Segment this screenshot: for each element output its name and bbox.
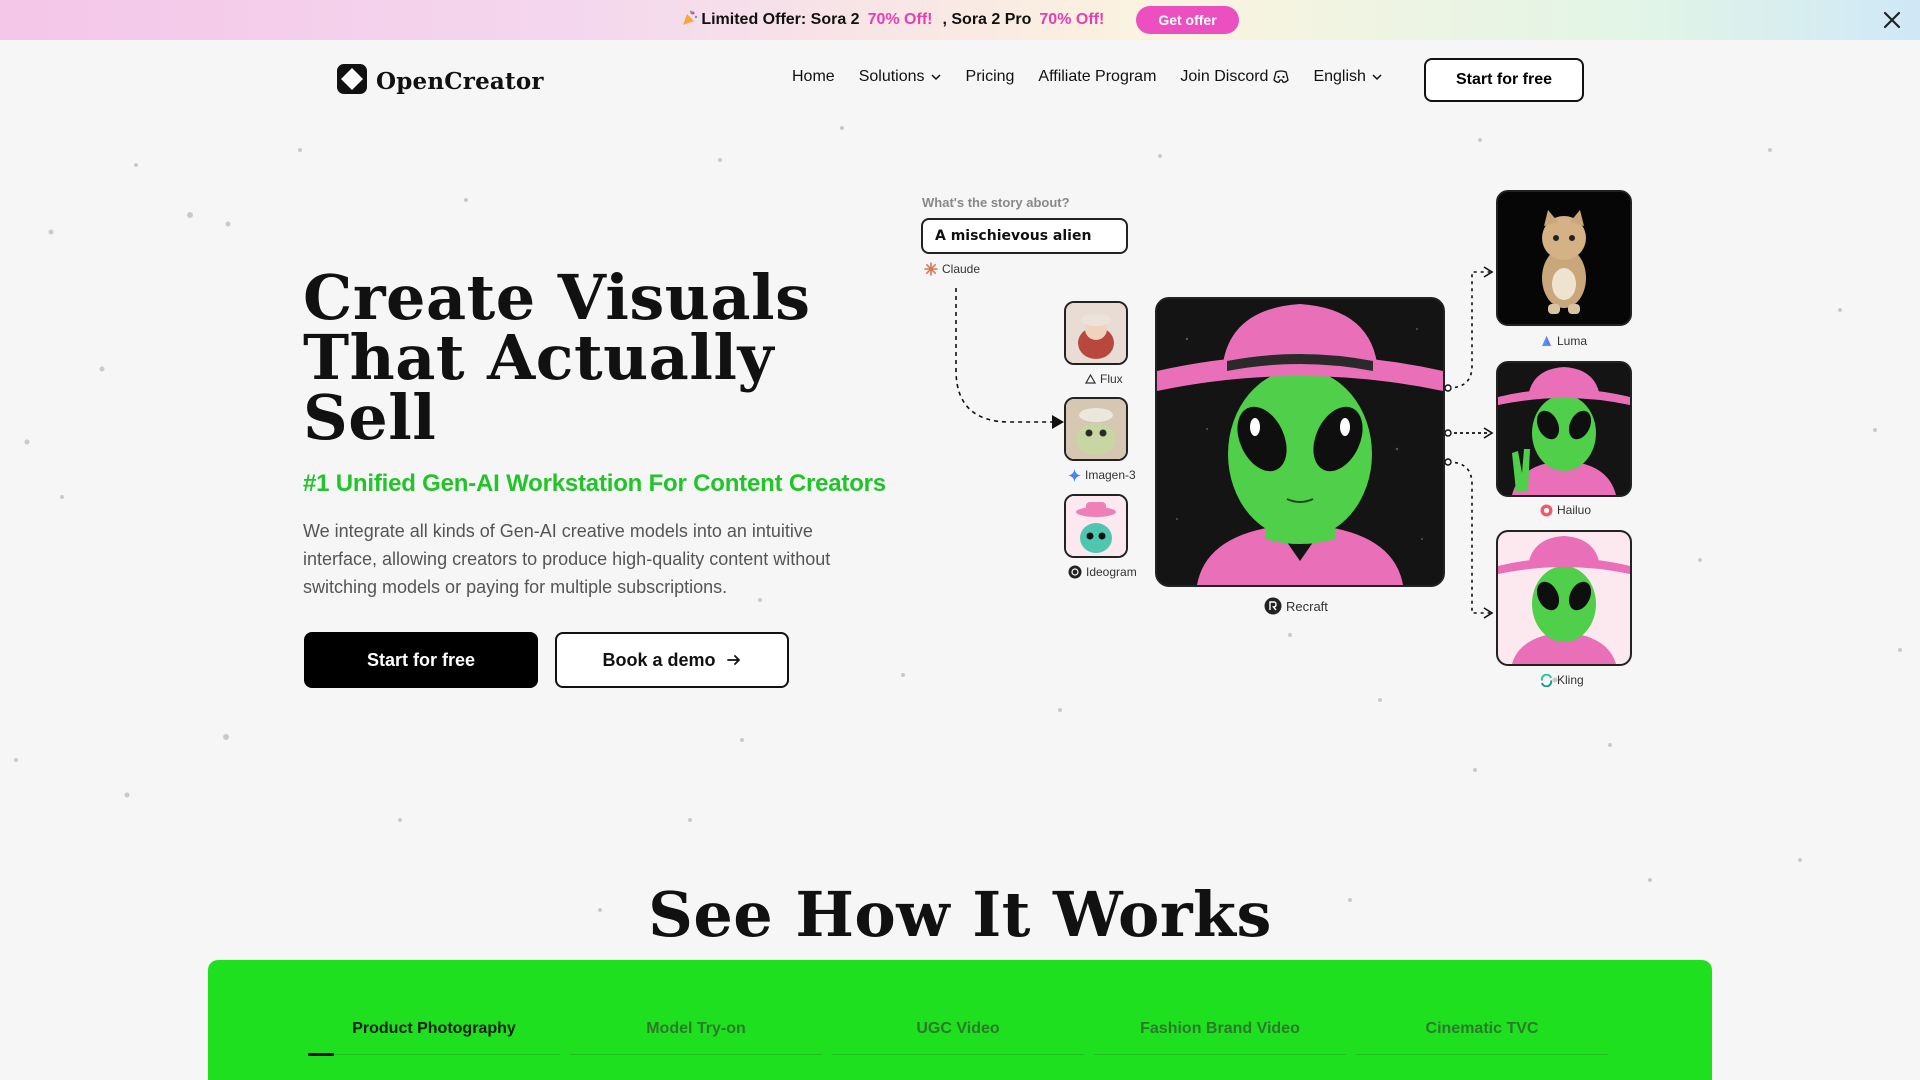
ideogram-icon [1068,565,1082,579]
hero-start-free-button[interactable]: Start for free [304,632,538,688]
recraft-main-output-image [1155,297,1445,587]
chevron-down-icon [930,74,941,81]
gemini-sparkle-icon [1068,468,1081,482]
nav-pricing[interactable]: Pricing [966,68,1015,86]
arrow-right-icon [726,655,740,665]
nav-solutions[interactable]: Solutions [859,68,942,86]
nav-start-free-button[interactable]: Start for free [1424,58,1584,102]
model-tag-ideogram: Ideogram [1068,565,1137,579]
nav-language[interactable]: English [1313,68,1382,86]
how-it-works-tabs: Product Photography Model Try-on UGC Vid… [308,1020,1618,1056]
model-tag-imagen: Imagen-3 [1068,468,1136,482]
opencreator-logo-icon [336,63,368,100]
promo-label-pro: , Sora 2 Pro [942,11,1032,28]
kling-output-thumbnail [1496,530,1632,666]
tab-ugc-video[interactable]: UGC Video [832,1020,1084,1055]
promo-banner: Limited Offer: Sora 2 70% Off! , Sora 2 … [0,0,1920,40]
close-icon[interactable] [1880,8,1904,32]
model-tag-luma: Luma [1540,334,1587,348]
nav-join-discord[interactable]: Join Discord [1180,68,1290,86]
brand-name: OpenCreator [376,68,544,95]
brand-logo[interactable]: OpenCreator [336,63,544,100]
kling-icon [1540,673,1553,687]
party-popper-icon [681,9,699,32]
model-tag-flux: Flux [1085,372,1123,386]
hero-title-line: Sell [303,381,437,454]
hero-description: We integrate all kinds of Gen-AI creativ… [303,521,831,597]
tab-fashion-brand-video[interactable]: Fashion Brand Video [1094,1020,1346,1055]
hero-subtitle: #1 Unified Gen-AI Workstation For Conten… [303,470,886,497]
hero-title-line: Create Visuals [303,261,811,334]
hailuo-icon [1540,504,1553,516]
nav-links: Home Solutions Pricing Affiliate Program… [792,68,1383,86]
flux-icon [1085,374,1096,384]
how-it-works-panel: Product Photography Model Try-on UGC Vid… [208,960,1712,1080]
book-demo-button[interactable]: Book a demo [555,632,789,688]
luma-icon [1542,335,1551,346]
model-tag-kling: Kling [1540,673,1584,687]
promo-discount-sora2pro: 70% Off! [1039,11,1105,28]
section-title: See How It Works [648,878,1272,951]
hero-title: Create Visuals That Actually Sell [303,261,923,454]
nav-affiliate-program[interactable]: Affiliate Program [1038,68,1156,86]
model-tag-hailuo: Hailuo [1540,503,1591,517]
promo-discount-sora2: 70% Off! [867,11,933,28]
top-navigation: OpenCreator Home Solutions Pricing Affil… [0,40,1920,118]
nav-home[interactable]: Home [792,68,835,86]
recraft-icon [1264,597,1282,615]
flux-output-thumbnail [1064,301,1128,365]
tab-cinematic-tvc[interactable]: Cinematic TVC [1356,1020,1608,1055]
model-tag-recraft: Recraft [1264,597,1328,615]
ideogram-output-thumbnail [1064,494,1128,558]
get-offer-button[interactable]: Get offer [1136,6,1239,34]
hero-title-line: That Actually [303,321,774,394]
imagen-output-thumbnail [1064,397,1128,461]
promo-label: Limited Offer: Sora 2 [701,11,860,28]
hailuo-output-thumbnail [1496,361,1632,497]
chevron-down-icon [1372,74,1382,81]
tab-product-photography[interactable]: Product Photography [308,1020,560,1056]
discord-icon [1273,70,1290,83]
luma-output-thumbnail [1496,190,1632,326]
tab-model-try-on[interactable]: Model Try-on [570,1020,822,1055]
